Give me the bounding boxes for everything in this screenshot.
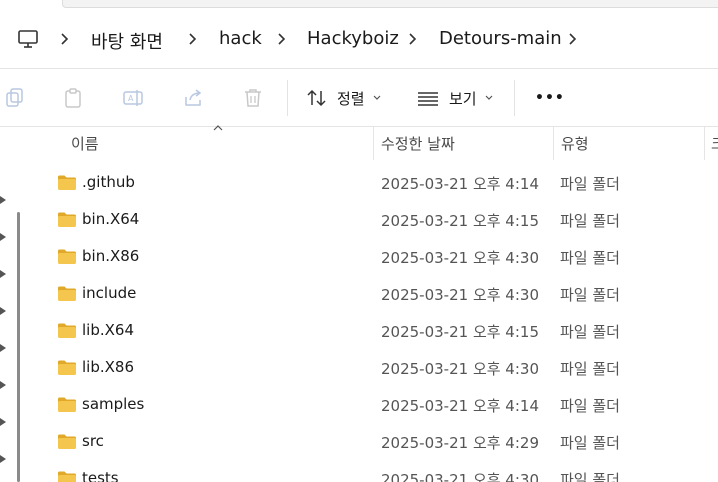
toolbar-divider: [514, 80, 515, 116]
view-label: 보기: [449, 89, 477, 108]
pc-icon[interactable]: [16, 27, 40, 51]
file-date: 2025-03-21 오후 4:14: [381, 397, 539, 415]
file-name[interactable]: .github: [82, 173, 135, 191]
file-row[interactable]: bin.X86 2025-03-21 오후 4:30 파일 폴더: [30, 239, 718, 276]
file-type: 파일 폴더: [560, 286, 620, 304]
breadcrumb-item-hack[interactable]: hack: [219, 28, 262, 49]
file-date: 2025-03-21 오후 4:30: [381, 249, 539, 267]
breadcrumb-item-desktop[interactable]: 바탕 화면: [91, 28, 163, 54]
column-header-name[interactable]: 이름: [71, 127, 99, 160]
column-divider[interactable]: [704, 127, 705, 160]
sort-ascending-icon: [213, 125, 223, 131]
file-type: 파일 폴더: [560, 397, 620, 415]
expand-arrow-icon[interactable]: [0, 270, 6, 278]
file-type: 파일 폴더: [560, 323, 620, 341]
file-row[interactable]: src 2025-03-21 오후 4:29 파일 폴더: [30, 424, 718, 461]
folder-icon: [58, 360, 76, 375]
file-type: 파일 폴더: [560, 175, 620, 193]
file-type: 파일 폴더: [560, 212, 620, 230]
file-name[interactable]: bin.X86: [82, 247, 139, 265]
breadcrumb-item-detours-main[interactable]: Detours-main: [439, 28, 562, 49]
folder-icon: [58, 323, 76, 338]
file-name[interactable]: include: [82, 284, 136, 302]
file-name[interactable]: bin.X64: [82, 210, 139, 228]
command-bar: A 정렬 보기 •••: [0, 70, 718, 126]
column-header-date[interactable]: 수정한 날짜: [381, 127, 455, 160]
file-date: 2025-03-21 오후 4:30: [381, 471, 539, 482]
file-name[interactable]: tests: [82, 469, 119, 482]
paste-icon[interactable]: [61, 86, 85, 110]
file-type: 파일 폴더: [560, 249, 620, 267]
nav-scrollbar[interactable]: [17, 212, 20, 482]
delete-icon[interactable]: [241, 86, 265, 110]
folder-icon: [58, 286, 76, 301]
file-date: 2025-03-21 오후 4:30: [381, 286, 539, 304]
expand-arrow-icon[interactable]: [0, 381, 6, 389]
chevron-right-icon[interactable]: [566, 29, 580, 49]
file-date: 2025-03-21 오후 4:29: [381, 434, 539, 452]
expand-arrow-icon[interactable]: [0, 233, 6, 241]
file-type: 파일 폴더: [560, 434, 620, 452]
column-divider[interactable]: [553, 127, 554, 160]
chevron-right-icon[interactable]: [275, 29, 289, 49]
breadcrumb: 바탕 화면 hack Hackyboiz Detours-main: [0, 17, 718, 63]
expand-arrow-icon[interactable]: [0, 418, 6, 426]
column-divider[interactable]: [373, 127, 374, 160]
folder-icon: [58, 434, 76, 449]
view-icon: [418, 92, 438, 106]
divider: [0, 68, 718, 69]
file-row[interactable]: lib.X64 2025-03-21 오후 4:15 파일 폴더: [30, 313, 718, 350]
file-date: 2025-03-21 오후 4:15: [381, 212, 539, 230]
folder-icon: [58, 212, 76, 227]
folder-icon: [58, 175, 76, 190]
navigation-pane: [0, 127, 30, 482]
file-name[interactable]: src: [82, 432, 104, 450]
chevron-right-icon[interactable]: [58, 29, 72, 49]
svg-text:A: A: [128, 94, 134, 103]
view-button[interactable]: 보기: [417, 84, 495, 112]
file-date: 2025-03-21 오후 4:30: [381, 360, 539, 378]
divider: [0, 126, 718, 127]
breadcrumb-item-hackyboiz[interactable]: Hackyboiz: [307, 28, 399, 49]
column-header-type[interactable]: 유형: [561, 127, 589, 160]
copy-icon[interactable]: [2, 86, 26, 110]
folder-icon: [58, 397, 76, 412]
toolbar-divider: [287, 80, 288, 116]
file-name[interactable]: samples: [82, 395, 144, 413]
expand-arrow-icon[interactable]: [0, 196, 6, 204]
file-date: 2025-03-21 오후 4:14: [381, 175, 539, 193]
address-bar-remnant: [0, 0, 718, 9]
file-row[interactable]: include 2025-03-21 오후 4:30 파일 폴더: [30, 276, 718, 313]
file-row[interactable]: tests 2025-03-21 오후 4:30 파일 폴더: [30, 461, 718, 482]
sort-icon: [307, 89, 326, 107]
share-icon[interactable]: [181, 86, 205, 110]
more-options-button[interactable]: •••: [535, 84, 565, 112]
chevron-right-icon[interactable]: [406, 29, 420, 49]
chevron-right-icon[interactable]: [186, 29, 200, 49]
file-name[interactable]: lib.X86: [82, 358, 134, 376]
expand-arrow-icon[interactable]: [0, 455, 6, 463]
file-date: 2025-03-21 오후 4:15: [381, 323, 539, 341]
sort-label: 정렬: [337, 89, 365, 108]
expand-arrow-icon[interactable]: [0, 307, 6, 315]
folder-icon: [58, 249, 76, 264]
chevron-down-icon: [485, 95, 493, 100]
search-field-remnant[interactable]: [62, 0, 718, 8]
file-type: 파일 폴더: [560, 360, 620, 378]
file-type: 파일 폴더: [560, 471, 620, 482]
chevron-down-icon: [373, 95, 381, 100]
file-row[interactable]: bin.X64 2025-03-21 오후 4:15 파일 폴더: [30, 202, 718, 239]
file-row[interactable]: lib.X86 2025-03-21 오후 4:30 파일 폴더: [30, 350, 718, 387]
file-row[interactable]: samples 2025-03-21 오후 4:14 파일 폴더: [30, 387, 718, 424]
column-header-size[interactable]: 크: [711, 127, 718, 160]
sort-button[interactable]: 정렬: [305, 84, 383, 112]
file-row[interactable]: .github 2025-03-21 오후 4:14 파일 폴더: [30, 165, 718, 202]
file-name[interactable]: lib.X64: [82, 321, 134, 339]
folder-icon: [58, 471, 76, 482]
expand-arrow-icon[interactable]: [0, 344, 6, 352]
rename-icon[interactable]: A: [121, 86, 145, 110]
